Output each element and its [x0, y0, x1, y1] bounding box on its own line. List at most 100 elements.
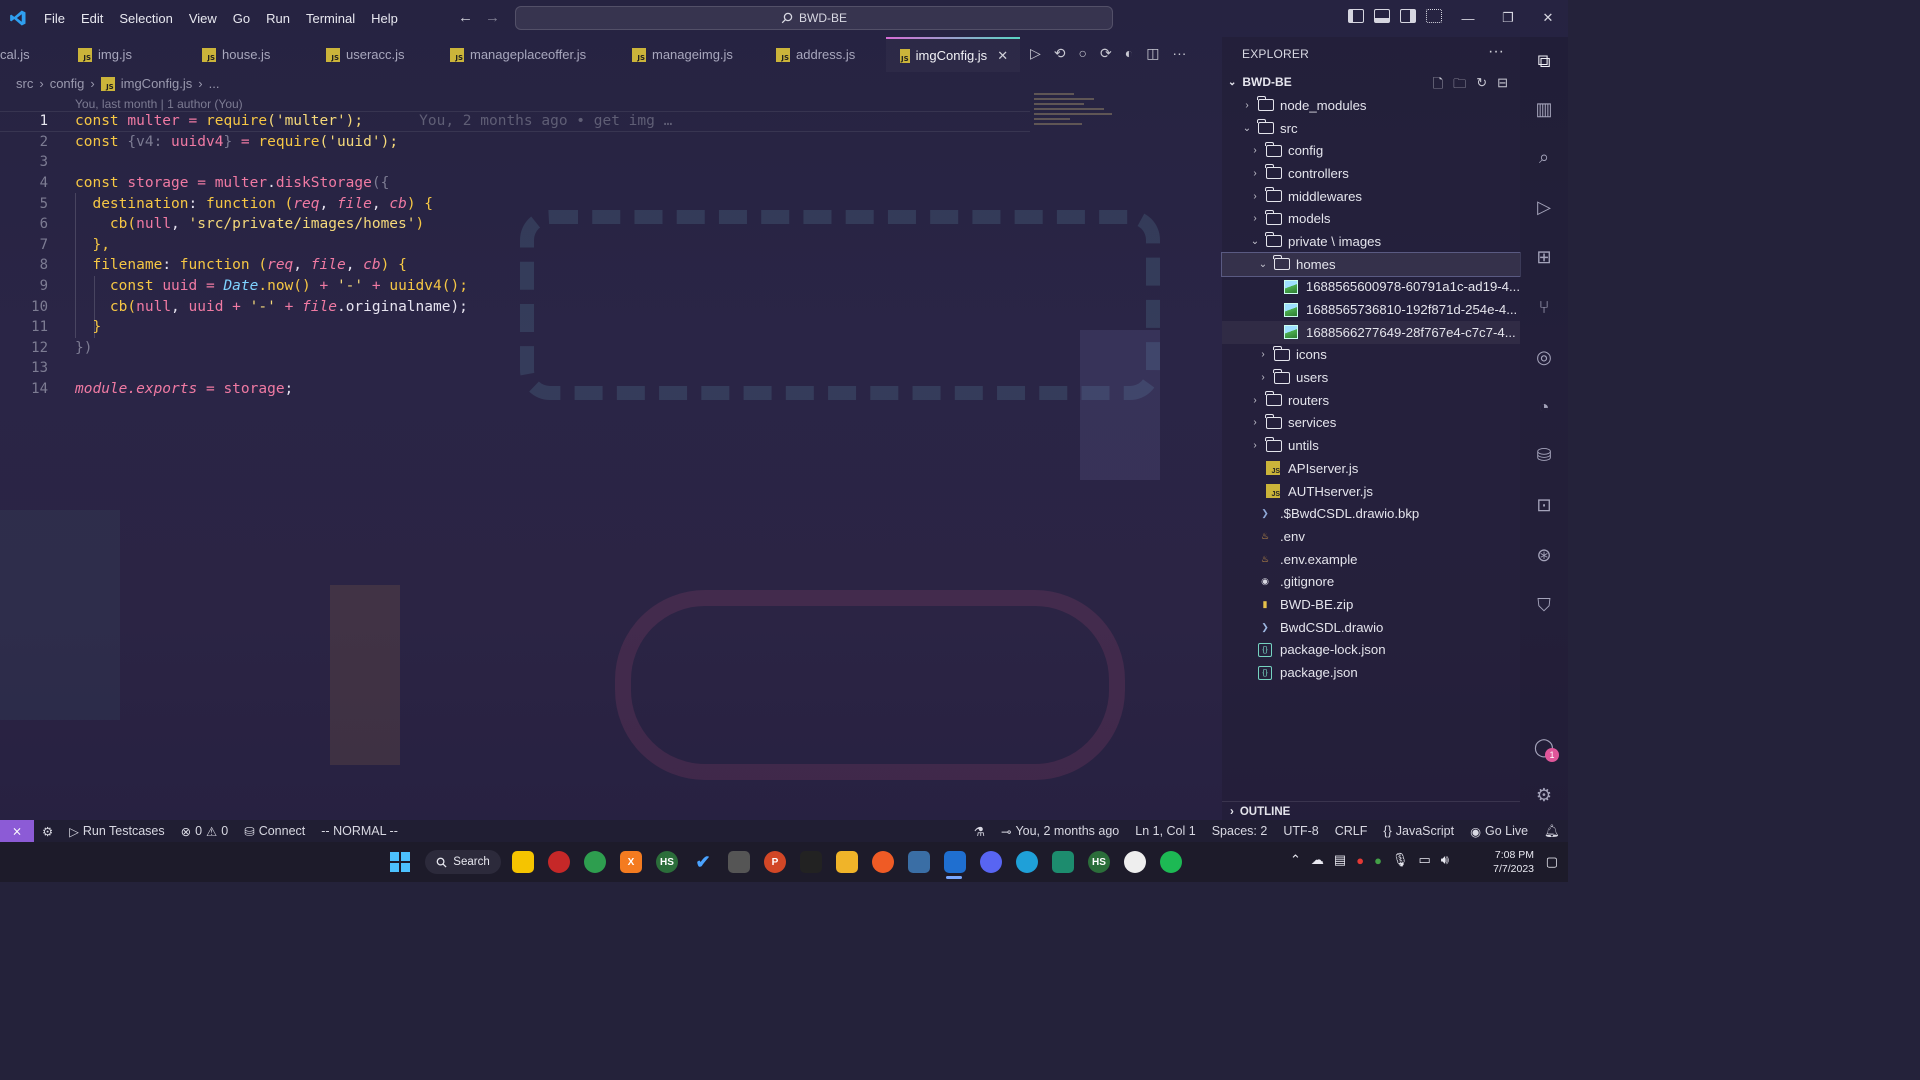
search-icon[interactable]: ⌕ [1532, 145, 1556, 169]
remote-indicator-icon[interactable]: ⨯ [0, 820, 34, 842]
menu-run[interactable]: Run [258, 11, 298, 26]
remote-explorer-icon[interactable]: ◎ [1532, 345, 1556, 369]
toggle-secondary-sidebar-icon[interactable] [1400, 9, 1416, 23]
tree-file-bkp[interactable]: ❯ .$BwdCSDL.drawio.bkp [1222, 502, 1520, 525]
source-control-icon[interactable]: ⑂ [1532, 295, 1556, 319]
spotify-icon[interactable] [1160, 851, 1182, 873]
windows-start-icon[interactable] [390, 852, 410, 872]
run-icon[interactable]: ▷ [1030, 45, 1041, 62]
tray-red-icon[interactable]: ● [1356, 853, 1364, 868]
tree-file-authserver[interactable]: JS AUTHserver.js [1222, 480, 1520, 503]
indentation[interactable]: Spaces: 2 [1204, 824, 1276, 838]
tree-file-apiserver[interactable]: JS APIserver.js [1222, 457, 1520, 480]
media-app-icon[interactable] [800, 851, 822, 873]
volume-icon[interactable]: 🔊︎ [1441, 852, 1449, 868]
charts-icon[interactable]: ▥ [1532, 97, 1556, 121]
tree-folder-node-modules[interactable]: › node_modules [1222, 94, 1520, 117]
tray-green-icon[interactable]: ● [1374, 853, 1382, 868]
connect-button[interactable]: ⛁ Connect [236, 824, 313, 839]
settings-gear-icon[interactable]: ⚙ [1532, 783, 1556, 807]
breadcrumb-src[interactable]: src [16, 76, 33, 91]
tab-imgconfig-js[interactable]: JS imgConfig.js ✕ [886, 37, 1020, 72]
chevron-up-icon[interactable]: ⌃ [1290, 852, 1301, 868]
breadcrumb-file[interactable]: imgConfig.js [121, 76, 193, 91]
tab-address-js[interactable]: JS address.js [762, 37, 886, 72]
shield-app-icon[interactable] [1052, 851, 1074, 873]
edge-icon[interactable] [1016, 851, 1038, 873]
menu-terminal[interactable]: Terminal [298, 11, 363, 26]
taskbar-clock[interactable]: 7:08 PM 7/7/2023 [1493, 848, 1534, 876]
encoding[interactable]: UTF-8 [1275, 824, 1326, 838]
github-desktop-icon[interactable] [1124, 851, 1146, 873]
back-arrow-icon[interactable]: ← [458, 9, 473, 26]
code-editor[interactable]: 1 const multer = require('multer'); You, … [0, 111, 1030, 399]
tree-folder-services[interactable]: › services [1222, 412, 1520, 435]
extensions-icon[interactable]: ⊞ [1532, 245, 1556, 269]
forward-arrow-icon[interactable]: → [485, 9, 500, 26]
tree-folder-untils[interactable]: › untils [1222, 434, 1520, 457]
tree-file-gitignore[interactable]: ◉ .gitignore [1222, 570, 1520, 593]
minimize-icon[interactable]: — [1448, 11, 1488, 26]
tree-file-image[interactable]: 1688566277649-28f767e4-c7c7-4... [1222, 320, 1520, 344]
menu-edit[interactable]: Edit [73, 11, 111, 26]
vscode-taskbar-icon[interactable] [944, 851, 966, 873]
tool-icon[interactable]: ⚙ [34, 824, 61, 839]
run-testcases-button[interactable]: ▷ Run Testcases [61, 824, 172, 839]
menu-help[interactable]: Help [363, 11, 406, 26]
tab-manageplaceoffer-js[interactable]: JS manageplaceoffer.js [436, 37, 618, 72]
sticky-notes-icon[interactable] [512, 851, 534, 873]
tree-file-env-example[interactable]: ♨ .env.example [1222, 548, 1520, 571]
command-center[interactable]: BWD-BE [515, 6, 1113, 30]
taskbar-search[interactable]: Search [425, 850, 501, 874]
outline-section[interactable]: › OUTLINE [1222, 801, 1520, 821]
green-app-icon[interactable] [584, 851, 606, 873]
tree-file-image[interactable]: 1688565600978-60791a1c-ad19-4... [1222, 276, 1520, 299]
tab-house-js[interactable]: JS house.js [188, 37, 312, 72]
file-explorer-icon[interactable] [836, 851, 858, 873]
onedrive-icon[interactable]: ☁ [1311, 852, 1324, 868]
notification-center-icon[interactable]: ▢ [1546, 854, 1558, 870]
tree-folder-icons[interactable]: › icons [1222, 344, 1520, 367]
tab-img-js[interactable]: JS img.js [64, 37, 188, 72]
tab-manageimg-js[interactable]: JS manageimg.js [618, 37, 762, 72]
menu-view[interactable]: View [181, 11, 225, 26]
tree-folder-routers[interactable]: › routers [1222, 389, 1520, 412]
open-changes-icon[interactable]: ⟲ [1054, 45, 1066, 62]
tab-cal-js[interactable]: cal.js [0, 37, 64, 72]
discord-icon[interactable] [980, 851, 1002, 873]
tree-folder-src[interactable]: ⌄ src [1222, 117, 1520, 140]
tree-file-image[interactable]: 1688565736810-192f871d-254e-4... [1222, 298, 1520, 321]
tab-useracc-js[interactable]: JS useracc.js [312, 37, 436, 72]
hs-app-icon[interactable]: HS [656, 851, 678, 873]
tree-folder-middlewares[interactable]: › middlewares [1222, 185, 1520, 208]
notifications-bell-icon[interactable]: 🔔︎ [1536, 824, 1568, 839]
cursor-position[interactable]: Ln 1, Col 1 [1127, 824, 1203, 838]
todo-icon[interactable]: ✔ [692, 851, 714, 873]
tree-folder-users[interactable]: › users [1222, 366, 1520, 389]
next-change-icon[interactable]: ⟳ [1100, 45, 1112, 62]
breadcrumb-symbol[interactable]: ... [209, 76, 220, 91]
menu-go[interactable]: Go [225, 11, 258, 26]
bookmark-icon[interactable]: ⛉ [1532, 593, 1556, 617]
minimap[interactable] [1034, 93, 1124, 143]
toggle-primary-sidebar-icon[interactable] [1348, 9, 1364, 23]
tree-file-env[interactable]: ♨ .env [1222, 525, 1520, 548]
tree-folder-config[interactable]: › config [1222, 139, 1520, 162]
restore-icon[interactable]: ❐ [1488, 10, 1528, 26]
breadcrumb-config[interactable]: config [50, 76, 85, 91]
microphone-icon[interactable]: 🎙︎ [1392, 852, 1409, 868]
tree-file-package-lock[interactable]: {} package-lock.json [1222, 639, 1520, 662]
powerpoint-icon[interactable]: P [764, 851, 786, 873]
tree-file-package[interactable]: {} package.json [1222, 661, 1520, 684]
tree-folder-models[interactable]: › models [1222, 207, 1520, 230]
network-icon[interactable]: ▭ [1418, 852, 1430, 868]
previous-change-icon[interactable]: ○ [1079, 45, 1087, 62]
run-debug-icon[interactable]: ▷ [1532, 195, 1556, 219]
red-app-icon[interactable] [548, 851, 570, 873]
copilot-icon[interactable]: ⚗ [966, 824, 993, 839]
postman-icon[interactable] [872, 851, 894, 873]
git-lens-icon[interactable]: ◐ [1125, 45, 1133, 62]
git-graph-icon[interactable]: ⊛ [1532, 543, 1556, 567]
more-actions-icon[interactable]: ··· [1488, 43, 1504, 61]
database-icon[interactable]: ⛁ [1532, 443, 1556, 467]
